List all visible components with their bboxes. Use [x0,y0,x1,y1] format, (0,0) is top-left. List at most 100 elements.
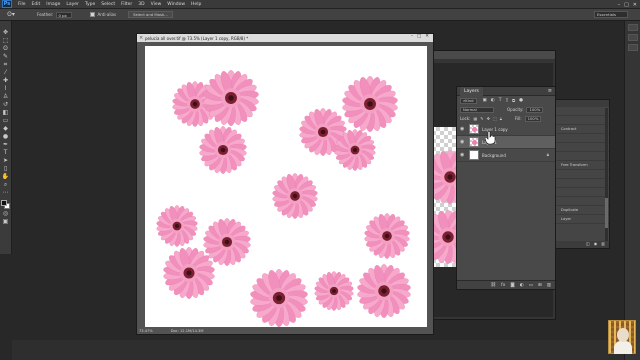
history-scrollbar[interactable] [605,108,608,248]
menu-select[interactable]: Select [98,2,118,7]
brush-tool-icon[interactable]: ⌇ [2,85,10,92]
shape-tool-icon[interactable]: ▯ [2,165,10,172]
filter-shape-icon[interactable]: ▯ [505,98,507,104]
blend-mode-select[interactable]: Normal [460,106,494,113]
layer-row[interactable]: ◉ Layer 1 copy [457,123,555,136]
screen-mode-icon[interactable]: ▣ [2,218,10,225]
dock-history-icon[interactable] [627,24,638,31]
new-layer-icon[interactable]: ⊞ [538,283,542,288]
panel-menu-icon[interactable]: ≡ [548,88,552,94]
clone-stamp-tool-icon[interactable]: ♙ [2,93,10,100]
visibility-eye-icon[interactable]: ◉ [460,152,466,158]
visibility-eye-icon[interactable]: ◉ [460,126,466,132]
history-scroll-thumb[interactable] [605,198,608,228]
layer-row-background[interactable]: ◉ Background 🔒︎ [457,149,555,162]
dodge-tool-icon[interactable]: ● [2,133,10,140]
new-group-icon[interactable]: ▭ [529,283,533,288]
maximize-icon[interactable]: □ [624,2,629,8]
visibility-eye-icon[interactable]: ◉ [460,139,466,145]
lock-position-icon[interactable]: ✥ [487,116,490,121]
menu-filter[interactable]: Filter [118,2,135,7]
menu-3d[interactable]: 3D [135,2,147,7]
minimize-icon[interactable]: – [618,2,621,8]
adjustment-layer-icon[interactable]: ◐ [520,283,524,288]
doc-minimize-icon[interactable]: – [411,34,413,39]
delete-layer-icon[interactable]: ▥ [547,283,551,288]
layer-kind-select[interactable]: ⌕ Kind [460,97,477,104]
doc-close-icon[interactable]: ✕ [425,34,429,39]
tab-layers[interactable]: Layers [460,86,483,96]
lock-pixels-icon[interactable]: ▦ [473,116,477,121]
history-item[interactable]: Duplicate [549,206,609,215]
antialias-checkbox[interactable]: Anti-alias [90,12,116,17]
filter-smart-icon[interactable]: ⧉ [512,98,515,104]
history-item[interactable] [549,197,609,206]
history-snapshot-icon[interactable]: ◫ [586,241,590,248]
select-and-mask-button[interactable]: Select and Mask... [128,11,173,18]
history-item[interactable] [549,143,609,152]
filter-pixel-icon[interactable]: ▣ [483,98,487,104]
history-item[interactable] [549,116,609,125]
history-item[interactable] [549,188,609,197]
healing-brush-tool-icon[interactable]: ✚ [2,77,10,84]
menu-edit[interactable]: Edit [29,2,44,7]
type-tool-icon[interactable]: T [2,149,10,156]
layer-name[interactable]: Background [482,153,506,158]
add-mask-icon[interactable]: ◙ [510,283,514,288]
history-item[interactable]: Contract [549,125,609,134]
menu-file[interactable]: File [15,2,29,7]
history-item[interactable] [549,152,609,161]
document-tab[interactable]: × pelucia all over.tif @ 73.5% (Layer 1 … [137,34,433,42]
lasso-tool-icon[interactable]: ʘ [2,45,10,52]
lock-paint-icon[interactable]: ✎ [480,116,483,121]
lock-artboard-icon[interactable]: ⬚ [493,116,497,121]
history-item[interactable] [549,134,609,143]
menu-window[interactable]: Window [164,2,188,7]
eraser-tool-icon[interactable]: ◧ [2,109,10,116]
filter-toggle-icon[interactable]: ● [519,98,523,104]
lasso-tool-preset-icon[interactable]: ʘ▾ [3,10,19,19]
link-layers-icon[interactable]: ⛓ [490,283,496,288]
crop-tool-icon[interactable]: ⌗ [2,61,10,68]
history-item[interactable]: Layer [549,215,609,224]
gradient-tool-icon[interactable]: ▭ [2,117,10,124]
layer-row-selected[interactable]: ◉ Layer 1 [457,136,555,149]
filter-type-icon[interactable]: T [499,98,502,104]
color-swatches[interactable] [1,200,10,209]
pen-tool-icon[interactable]: ✒ [2,141,10,148]
history-trash-icon[interactable]: ▥ [601,241,605,248]
hand-tool-icon[interactable]: ✋ [2,173,10,180]
dock-swatches-icon[interactable] [627,44,638,51]
opacity-input[interactable]: 100% [526,106,544,113]
blur-tool-icon[interactable]: ◆ [2,125,10,132]
menu-view[interactable]: View [148,2,165,7]
history-camera-icon[interactable]: ◉ [594,241,598,248]
tab-close-icon[interactable]: × [139,35,143,41]
fill-input[interactable]: 100% [524,115,542,122]
history-item[interactable]: Free Transform [549,161,609,170]
move-tool-icon[interactable]: ✥ [2,29,10,36]
zoom-level[interactable]: 73.47% [139,329,153,333]
eyedropper-tool-icon[interactable]: ⁄ [2,69,10,76]
layer-style-icon[interactable]: fx [501,283,505,288]
history-item[interactable] [549,179,609,188]
menu-help[interactable]: Help [188,2,204,7]
workspace-select[interactable]: Essentials [594,11,628,18]
filter-adjust-icon[interactable]: ◐ [491,98,495,104]
history-item[interactable] [549,107,609,116]
foreground-color-swatch[interactable] [1,200,7,206]
quick-select-tool-icon[interactable]: ✎ [2,53,10,60]
document-canvas[interactable] [145,46,427,328]
menu-type[interactable]: Type [82,2,98,7]
lock-all-icon[interactable]: 🔒︎ [500,116,502,121]
menu-image[interactable]: Image [43,2,63,7]
marquee-tool-icon[interactable]: ⬚ [2,37,10,44]
quick-mask-icon[interactable]: ◎ [2,210,10,217]
history-brush-tool-icon[interactable]: ↺ [2,101,10,108]
feather-input[interactable]: 0 px [56,11,73,18]
close-icon[interactable]: ✕ [633,2,637,8]
more-tools-icon[interactable]: ⋯ [2,189,10,196]
doc-maximize-icon[interactable]: □ [417,34,421,39]
document-window[interactable]: × pelucia all over.tif @ 73.5% (Layer 1 … [136,33,434,335]
zoom-tool-icon[interactable]: ⌕ [2,181,10,188]
